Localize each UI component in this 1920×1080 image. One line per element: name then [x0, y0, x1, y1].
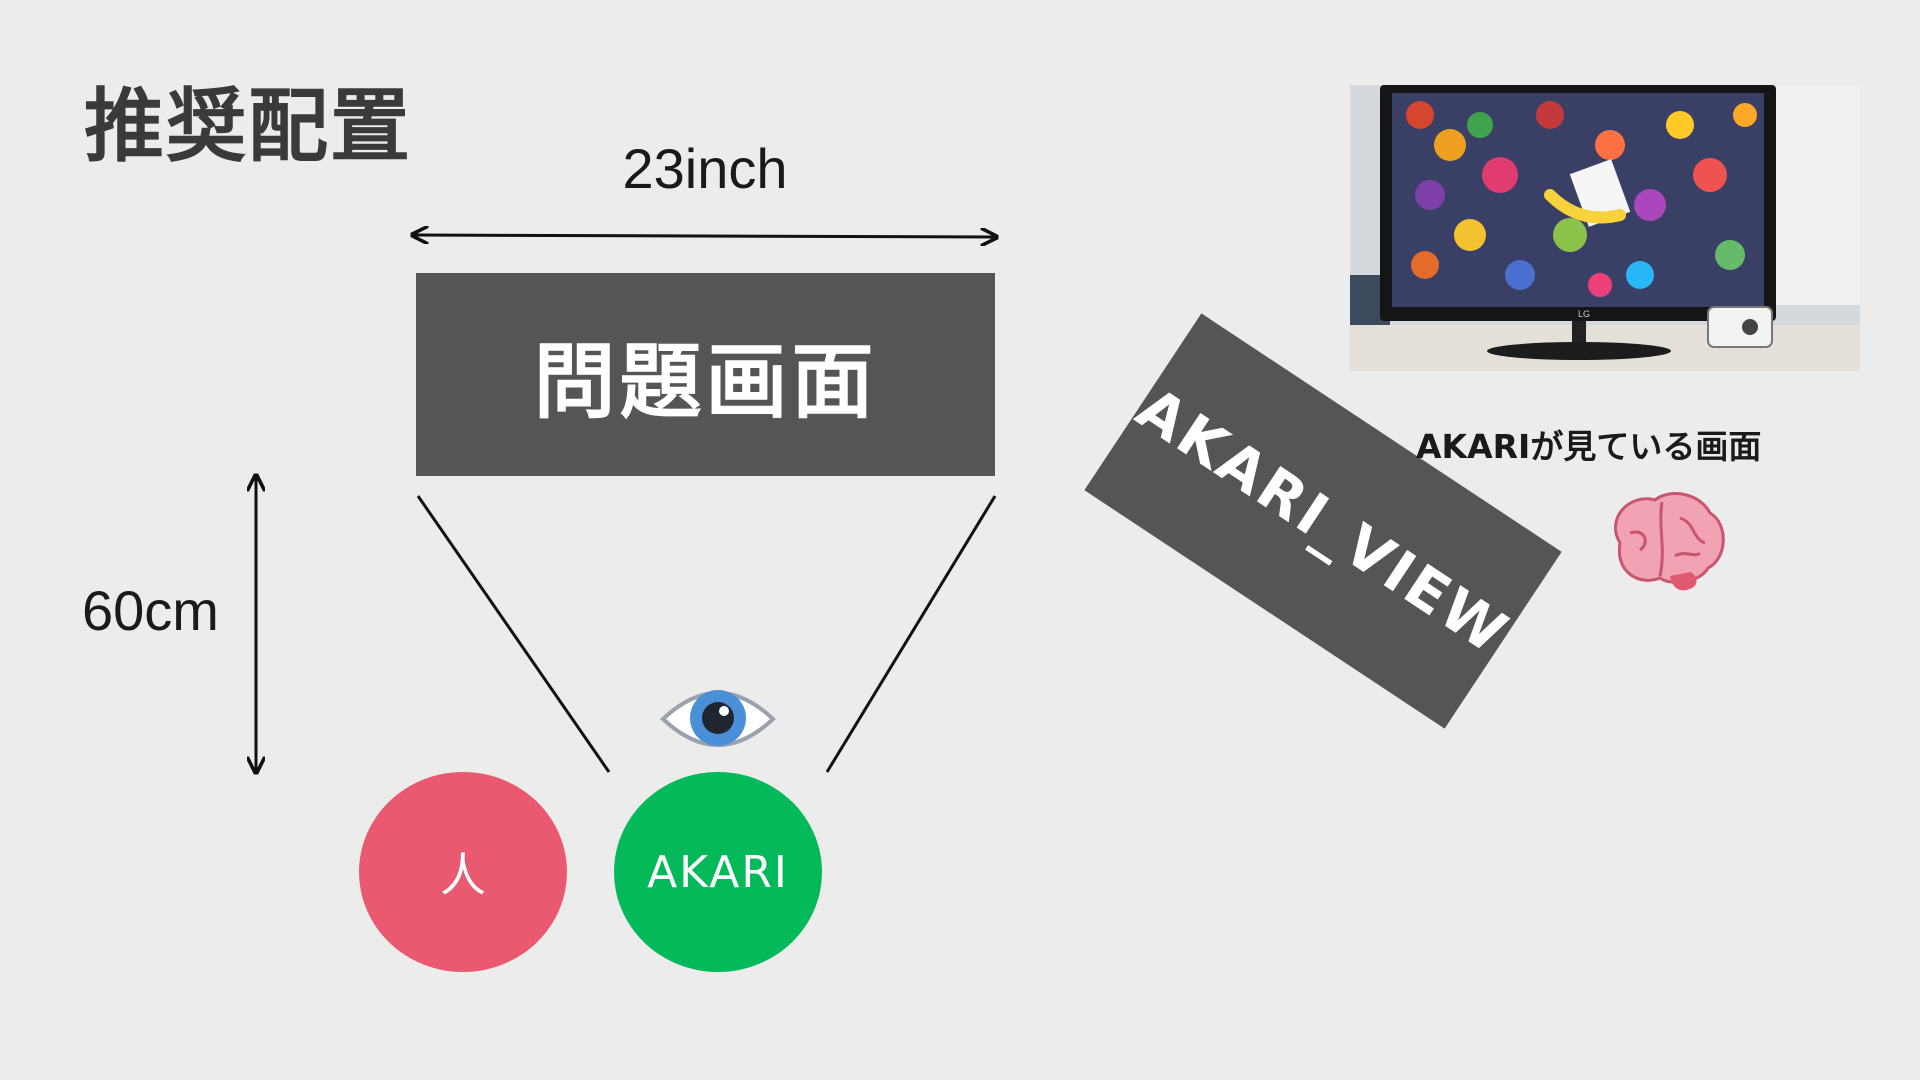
- sightline-left: [416, 495, 611, 773]
- problem-screen-label: 問題画面: [533, 335, 878, 430]
- akari-camera-photo: LG: [1350, 85, 1860, 371]
- photo-caption: AKARIが見ている画面: [1416, 427, 1762, 466]
- akari-label: AKARI: [647, 846, 789, 898]
- width-arrow: [414, 235, 995, 237]
- akari-circle: AKARI: [614, 772, 822, 972]
- problem-screen-box: 問題画面: [416, 273, 995, 476]
- brain-icon: [1613, 492, 1725, 591]
- monitor-brand-label: LG: [1578, 309, 1590, 319]
- person-label: 人: [440, 848, 486, 902]
- eye-icon: [660, 690, 776, 747]
- diagram-canvas: 推奨配置 23inch 60cm 問題画面 AKARI_VIEW 人 AKARI: [0, 0, 1920, 1080]
- sightline-right: [825, 495, 997, 773]
- monitor-photo-illustration: LG: [1350, 85, 1860, 371]
- person-circle: 人: [359, 772, 567, 972]
